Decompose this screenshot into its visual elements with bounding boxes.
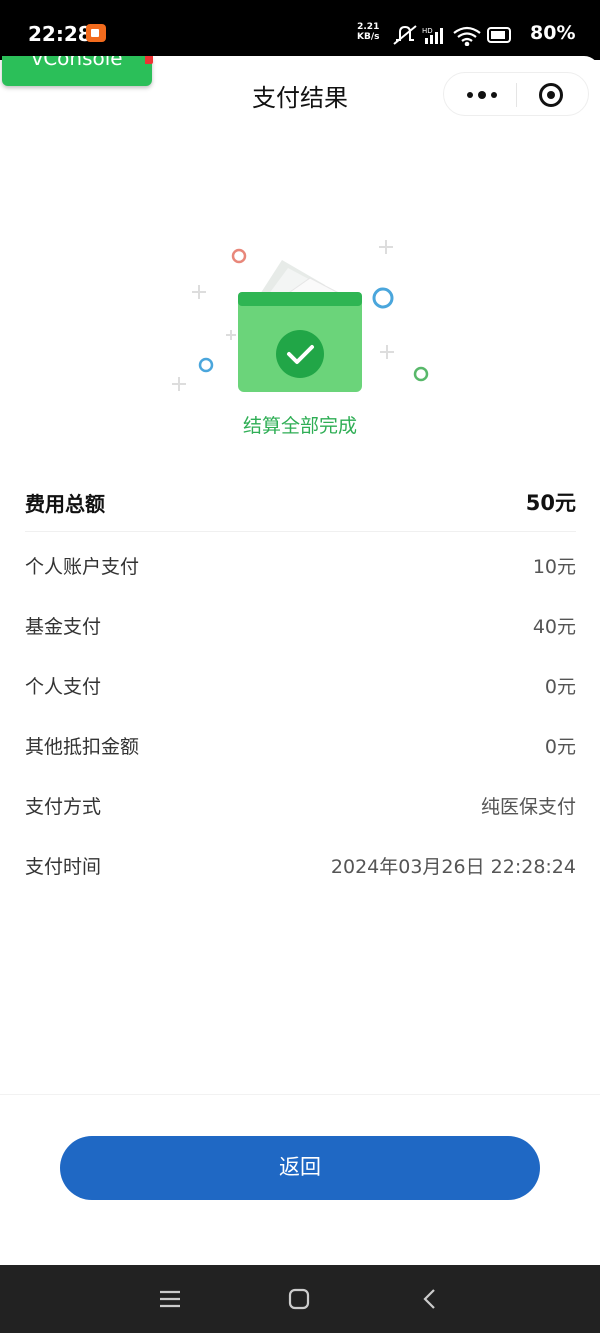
detail-value: 纯医保支付: [480, 796, 576, 818]
detail-label: 个人支付: [25, 676, 102, 698]
detail-value: 40元: [532, 616, 576, 638]
detail-label: 支付方式: [25, 796, 102, 818]
capsule-menu: [443, 72, 589, 116]
system-navigation-bar: [0, 1265, 600, 1333]
net-speed: 2.21 KB/s: [357, 22, 380, 42]
payment-success-illustration: [172, 240, 429, 392]
settlement-status-text: 结算全部完成: [242, 415, 357, 437]
detail-row-personal-account: 个人账户支付 10元: [25, 534, 576, 594]
detail-value: 2024年03月26日 22:28:24: [330, 856, 576, 878]
more-icon[interactable]: [462, 85, 502, 105]
status-icons: HD: [393, 25, 511, 46]
detail-value: 0元: [544, 676, 576, 698]
mute-icon: [393, 25, 417, 45]
vconsole-badge: [145, 56, 153, 64]
screen-record-icon: [86, 24, 106, 42]
detail-value: 10元: [532, 556, 576, 578]
back-icon[interactable]: [418, 1287, 442, 1311]
home-icon[interactable]: [287, 1287, 311, 1311]
detail-row-payment-time: 支付时间 2024年03月26日 22:28:24: [25, 834, 576, 894]
detail-label: 其他抵扣金额: [25, 736, 140, 758]
screen: 22:28 2.21 KB/s HD 80% vConsole 支付结果 结算全…: [0, 0, 600, 1333]
detail-row-other-deduction: 其他抵扣金额 0元: [25, 714, 576, 774]
return-button[interactable]: 返回: [60, 1136, 540, 1200]
payment-details: 费用总额 50元 个人账户支付 10元 基金支付 40元 个人支付 0元 其他抵…: [25, 470, 576, 894]
capsule-divider: [516, 83, 517, 107]
battery-icon: [487, 27, 511, 43]
battery-percent: 80%: [530, 22, 576, 44]
total-amount-value: 50元: [525, 491, 576, 515]
status-time: 22:28: [28, 22, 92, 46]
status-bar: 22:28 2.21 KB/s HD 80%: [0, 0, 600, 60]
detail-label: 基金支付: [25, 616, 102, 638]
menu-icon[interactable]: [158, 1287, 182, 1311]
total-amount-row: 费用总额 50元: [25, 470, 576, 532]
detail-label: 个人账户支付: [25, 556, 140, 578]
signal-icon: HD: [422, 27, 443, 44]
wifi-icon: [453, 26, 481, 46]
svg-text:HD: HD: [422, 27, 433, 35]
total-amount-label: 费用总额: [25, 492, 105, 516]
detail-label: 支付时间: [25, 856, 102, 878]
close-miniprogram-icon[interactable]: [538, 82, 564, 108]
detail-row-payment-method: 支付方式 纯医保支付: [25, 774, 576, 834]
detail-row-fund: 基金支付 40元: [25, 594, 576, 654]
detail-row-personal-payment: 个人支付 0元: [25, 654, 576, 714]
detail-value: 0元: [544, 736, 576, 758]
